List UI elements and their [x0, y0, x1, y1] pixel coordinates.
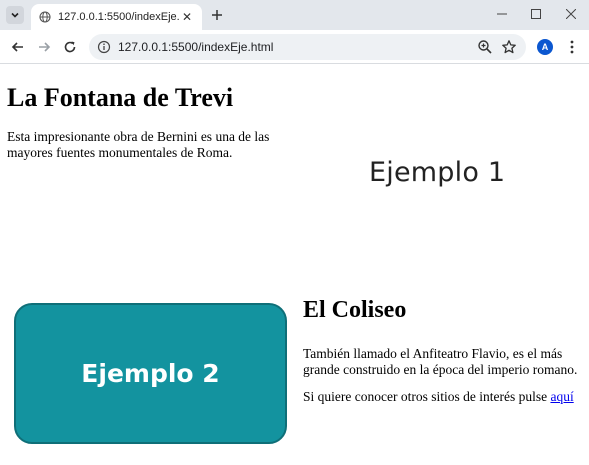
address-bar[interactable]: 127.0.0.1:5500/indexEje.html: [89, 34, 526, 60]
maximize-icon: [531, 9, 541, 19]
example-2-label: Ejemplo 2: [81, 359, 220, 388]
tab-close-icon[interactable]: ✕: [180, 10, 194, 24]
more-sites-link[interactable]: aquí: [550, 389, 573, 404]
minimize-button[interactable]: [491, 4, 513, 24]
site-info-icon[interactable]: [97, 40, 111, 54]
tab-search-button[interactable]: [6, 6, 24, 24]
reload-icon: [64, 41, 76, 53]
window-close-button[interactable]: [560, 4, 582, 24]
example-2-image: Ejemplo 2: [14, 303, 287, 444]
chevron-down-icon: [11, 12, 19, 18]
maximize-button[interactable]: [525, 4, 547, 24]
tab-title: 127.0.0.1:5500/indexEje.html: [58, 11, 180, 23]
example-1-image: Ejemplo 1: [369, 157, 506, 188]
browser-toolbar: 127.0.0.1:5500/indexEje.html A: [0, 30, 589, 64]
plus-icon: [212, 10, 222, 20]
close-icon: [566, 9, 576, 19]
more-sites-paragraph: Si quiere conocer otros sitios de interé…: [303, 389, 574, 405]
url-text[interactable]: 127.0.0.1:5500/indexEje.html: [118, 40, 273, 54]
trevi-heading: La Fontana de Trevi: [7, 83, 234, 112]
reload-button[interactable]: [61, 38, 79, 56]
coliseo-heading: El Coliseo: [303, 297, 407, 323]
bookmark-star-icon[interactable]: [501, 39, 517, 55]
minimize-icon: [497, 13, 507, 15]
browser-tab[interactable]: 127.0.0.1:5500/indexEje.html ✕: [31, 4, 202, 30]
globe-icon: [39, 11, 51, 23]
new-tab-button[interactable]: [208, 6, 226, 24]
page-viewport: La Fontana de Trevi Esta impresionante o…: [0, 65, 589, 465]
arrow-left-icon: [11, 42, 23, 52]
zoom-icon[interactable]: [477, 39, 493, 55]
profile-avatar[interactable]: A: [537, 39, 553, 55]
browser-menu-button[interactable]: [565, 39, 579, 55]
coliseo-paragraph: También llamado el Anfiteatro Flavio, es…: [303, 346, 578, 377]
tab-strip: 127.0.0.1:5500/indexEje.html ✕: [0, 0, 589, 30]
back-button[interactable]: [9, 38, 27, 56]
more-sites-text: Si quiere conocer otros sitios de interé…: [303, 389, 551, 404]
more-vertical-icon: [570, 40, 574, 54]
arrow-right-icon: [39, 42, 51, 52]
forward-button[interactable]: [35, 38, 53, 56]
trevi-paragraph: Esta impresionante obra de Bernini es un…: [7, 129, 270, 160]
